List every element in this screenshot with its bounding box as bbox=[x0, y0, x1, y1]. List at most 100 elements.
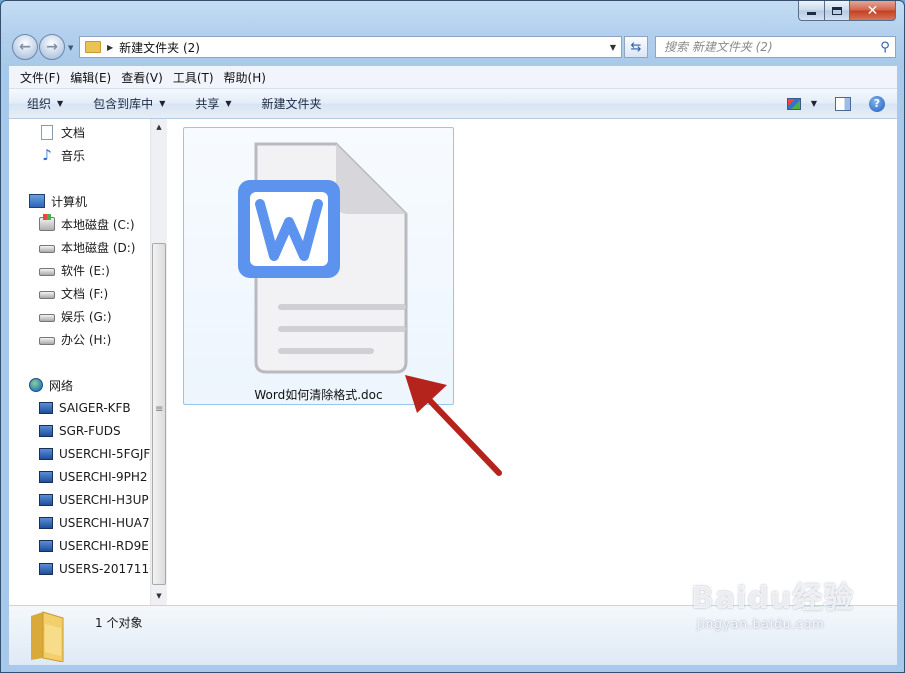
organize-label: 组织 bbox=[27, 97, 52, 111]
sidebar-item-network[interactable]: 网络 bbox=[29, 375, 73, 395]
drive-icon bbox=[39, 337, 55, 345]
maximize-button[interactable] bbox=[824, 1, 850, 21]
share-label: 共享 bbox=[195, 97, 220, 111]
breadcrumb-separator-icon[interactable]: ▶ bbox=[107, 43, 113, 52]
item-count: 1 个对象 bbox=[95, 616, 143, 630]
sidebar-item-host[interactable]: USERS-201711C bbox=[39, 559, 157, 579]
network-icon bbox=[29, 378, 43, 392]
network-computer-icon bbox=[39, 425, 53, 437]
help-icon[interactable]: ? bbox=[869, 95, 885, 112]
preview-pane-icon[interactable] bbox=[835, 96, 851, 111]
sidebar-item-computer[interactable]: 计算机 bbox=[29, 191, 87, 211]
menu-file[interactable]: 文件(F) bbox=[15, 69, 65, 86]
address-dropdown-icon[interactable]: ▼ bbox=[605, 43, 621, 52]
sidebar-scrollbar[interactable]: ▲ ▼ bbox=[150, 119, 167, 605]
watermark-url: jingyan.baidu.com bbox=[697, 617, 825, 631]
chevron-down-icon: ▼ bbox=[57, 99, 64, 108]
menu-help[interactable]: 帮助(H) bbox=[219, 69, 271, 86]
maximize-icon bbox=[832, 6, 842, 15]
organize-button[interactable]: 组织 ▼ bbox=[9, 95, 73, 112]
navigation-row: ← → ▼ ▶ 新建文件夹 (2) ▼ ⇆ ⚲ bbox=[1, 30, 904, 64]
sidebar-item-label: SAIGER-KFB bbox=[59, 401, 131, 415]
sidebar-item-label: 文档 (F:) bbox=[61, 286, 109, 301]
menu-view[interactable]: 查看(V) bbox=[116, 69, 168, 86]
sidebar-item-drive-g[interactable]: 娱乐 (G:) bbox=[39, 306, 112, 326]
refresh-button[interactable]: ⇆ bbox=[624, 36, 648, 58]
view-options-dropdown-icon[interactable]: ▼ bbox=[811, 99, 817, 108]
explorer-window: ✕ ← → ▼ ▶ 新建文件夹 (2) ▼ ⇆ ⚲ 文件(F) 编辑(E) 查看… bbox=[0, 0, 905, 673]
sidebar-item-drive-d[interactable]: 本地磁盘 (D:) bbox=[39, 237, 135, 257]
close-icon: ✕ bbox=[866, 2, 879, 19]
red-arrow-annotation bbox=[405, 375, 502, 476]
close-button[interactable]: ✕ bbox=[850, 1, 896, 21]
network-computer-icon bbox=[39, 563, 53, 575]
new-folder-label: 新建文件夹 bbox=[261, 97, 322, 111]
sidebar-item-host[interactable]: USERCHI-5FGJF bbox=[39, 444, 150, 464]
sidebar-item-label: 音乐 bbox=[61, 148, 86, 163]
sidebar-item-label: 办公 (H:) bbox=[61, 332, 112, 347]
music-icon: ♪ bbox=[42, 146, 52, 164]
drive-icon bbox=[39, 314, 55, 322]
sidebar-item-host[interactable]: USERCHI-H3UP bbox=[39, 490, 149, 510]
file-list-pane: Word如何清除格式.doc bbox=[167, 119, 897, 605]
menu-bar: 文件(F) 编辑(E) 查看(V) 工具(T) 帮助(H) bbox=[9, 66, 897, 89]
sidebar-item-label: USERCHI-HUA7 bbox=[59, 516, 150, 530]
scroll-down-icon[interactable]: ▼ bbox=[151, 588, 167, 605]
navigation-pane: 文档 ♪ 音乐 计算机 本地磁盘 (C:) 本地磁盘 (D:) 软件 (E:) 文… bbox=[9, 119, 167, 605]
share-button[interactable]: 共享 ▼ bbox=[175, 95, 241, 112]
sidebar-item-documents[interactable]: 文档 bbox=[39, 122, 85, 142]
menu-tools[interactable]: 工具(T) bbox=[168, 69, 219, 86]
sidebar-item-label: SGR-FUDS bbox=[59, 424, 121, 438]
sidebar-item-label: USERCHI-RD9E bbox=[59, 539, 149, 553]
sidebar-item-host[interactable]: USERCHI-RD9E bbox=[39, 536, 149, 556]
sidebar-item-drive-c[interactable]: 本地磁盘 (C:) bbox=[39, 214, 135, 234]
sidebar-item-drive-e[interactable]: 软件 (E:) bbox=[39, 260, 110, 280]
network-computer-icon bbox=[39, 540, 53, 552]
recent-pages-dropdown[interactable]: ▼ bbox=[68, 44, 73, 52]
sidebar-item-label: 娱乐 (G:) bbox=[61, 309, 112, 324]
network-computer-icon bbox=[39, 494, 53, 506]
folder-icon bbox=[31, 611, 64, 662]
sidebar-item-label: 文档 bbox=[61, 125, 86, 140]
back-button[interactable]: ← bbox=[12, 34, 38, 60]
include-in-library-label: 包含到库中 bbox=[93, 97, 154, 111]
system-drive-icon bbox=[39, 214, 55, 231]
drive-icon bbox=[39, 245, 55, 253]
arrow-left-icon: ← bbox=[19, 39, 31, 55]
sidebar-item-music[interactable]: ♪ 音乐 bbox=[39, 145, 85, 165]
minimize-button[interactable] bbox=[798, 1, 824, 21]
computer-icon bbox=[29, 194, 45, 208]
sidebar-item-label: USERCHI-9PH2 bbox=[59, 470, 148, 484]
change-view-icon[interactable] bbox=[786, 97, 801, 110]
sidebar-item-label: 软件 (E:) bbox=[61, 263, 110, 278]
watermark-brand: Baidu经验 bbox=[691, 581, 855, 616]
word-document-icon bbox=[238, 142, 408, 374]
scroll-up-icon[interactable]: ▲ bbox=[151, 119, 167, 136]
network-computer-icon bbox=[39, 448, 53, 460]
scrollbar-thumb[interactable] bbox=[152, 243, 166, 585]
search-icon[interactable]: ⚲ bbox=[875, 40, 895, 55]
new-folder-button[interactable]: 新建文件夹 bbox=[242, 95, 332, 112]
refresh-icon: ⇆ bbox=[630, 39, 642, 55]
sidebar-item-host[interactable]: USERCHI-9PH2 bbox=[39, 467, 148, 487]
sidebar-item-drive-h[interactable]: 办公 (H:) bbox=[39, 329, 111, 349]
search-input[interactable] bbox=[656, 38, 875, 56]
file-item[interactable]: Word如何清除格式.doc bbox=[183, 127, 454, 405]
include-in-library-button[interactable]: 包含到库中 ▼ bbox=[73, 95, 175, 112]
address-path[interactable]: 新建文件夹 (2) bbox=[119, 39, 605, 56]
forward-button[interactable]: → bbox=[39, 34, 65, 60]
menu-edit[interactable]: 编辑(E) bbox=[65, 69, 116, 86]
command-bar: 组织 ▼ 包含到库中 ▼ 共享 ▼ 新建文件夹 ▼ ? bbox=[9, 89, 897, 119]
minimize-icon bbox=[807, 12, 816, 15]
sidebar-item-label: 本地磁盘 (C:) bbox=[61, 217, 135, 232]
search-box[interactable]: ⚲ bbox=[655, 36, 896, 58]
content-area: 文档 ♪ 音乐 计算机 本地磁盘 (C:) 本地磁盘 (D:) 软件 (E:) 文… bbox=[9, 119, 897, 605]
sidebar-item-drive-f[interactable]: 文档 (F:) bbox=[39, 283, 108, 303]
sidebar-item-host[interactable]: SGR-FUDS bbox=[39, 421, 121, 441]
sidebar-item-host[interactable]: SAIGER-KFB bbox=[39, 398, 131, 418]
sidebar-item-host[interactable]: USERCHI-HUA7 bbox=[39, 513, 150, 533]
sidebar-item-label: USERS-201711C bbox=[59, 562, 158, 576]
network-computer-icon bbox=[39, 402, 53, 414]
network-computer-icon bbox=[39, 471, 53, 483]
address-bar[interactable]: ▶ 新建文件夹 (2) ▼ bbox=[79, 36, 622, 58]
